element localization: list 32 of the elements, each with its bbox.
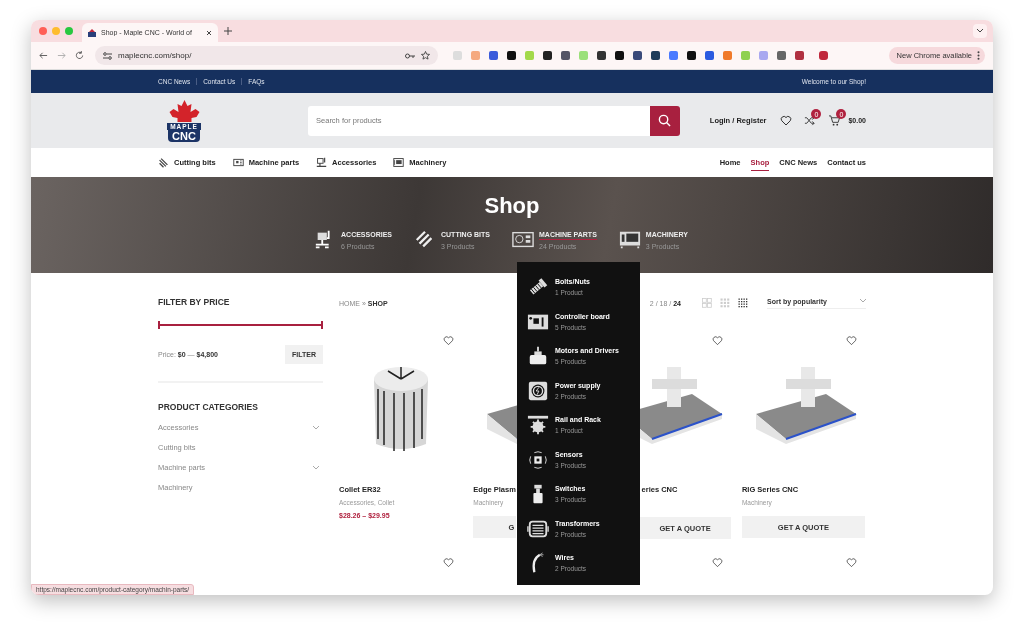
search-icon [658,114,672,127]
machine-icon [618,229,641,251]
power-icon [527,379,549,402]
circuit-board-icon [232,157,244,168]
close-window-button[interactable] [39,27,47,35]
cart-icon[interactable] [829,115,841,126]
page-title: Shop [484,193,540,219]
address-bar[interactable]: maplecnc.com/shop/ [95,46,438,65]
section-title: FILTER BY PRICE [158,297,231,307]
star-icon[interactable] [421,51,430,60]
reload-icon[interactable] [75,51,84,60]
close-icon[interactable] [206,29,212,36]
grid-view-icon[interactable] [738,298,748,308]
more-icon[interactable] [977,51,980,60]
compare-icon[interactable] [804,115,816,126]
key-icon[interactable] [405,52,415,59]
drill-bits-icon [158,157,169,168]
section-title: PRODUCT CATEGORIES [158,402,259,412]
heart-icon[interactable] [780,115,793,126]
machine-icon [393,157,405,168]
sensor-icon [527,448,549,471]
price-range-slider[interactable] [158,321,323,329]
maple-leaf-icon [169,99,200,122]
profile-icon[interactable] [819,51,828,60]
gear-icon [527,414,549,437]
chevron-down-icon [860,299,866,303]
favicon-icon [88,28,96,37]
new-tab-icon[interactable] [224,27,232,35]
search-button[interactable] [649,105,680,136]
back-icon[interactable] [39,51,48,60]
chevron-down-icon[interactable] [977,29,983,33]
site-settings-icon[interactable] [103,51,112,60]
